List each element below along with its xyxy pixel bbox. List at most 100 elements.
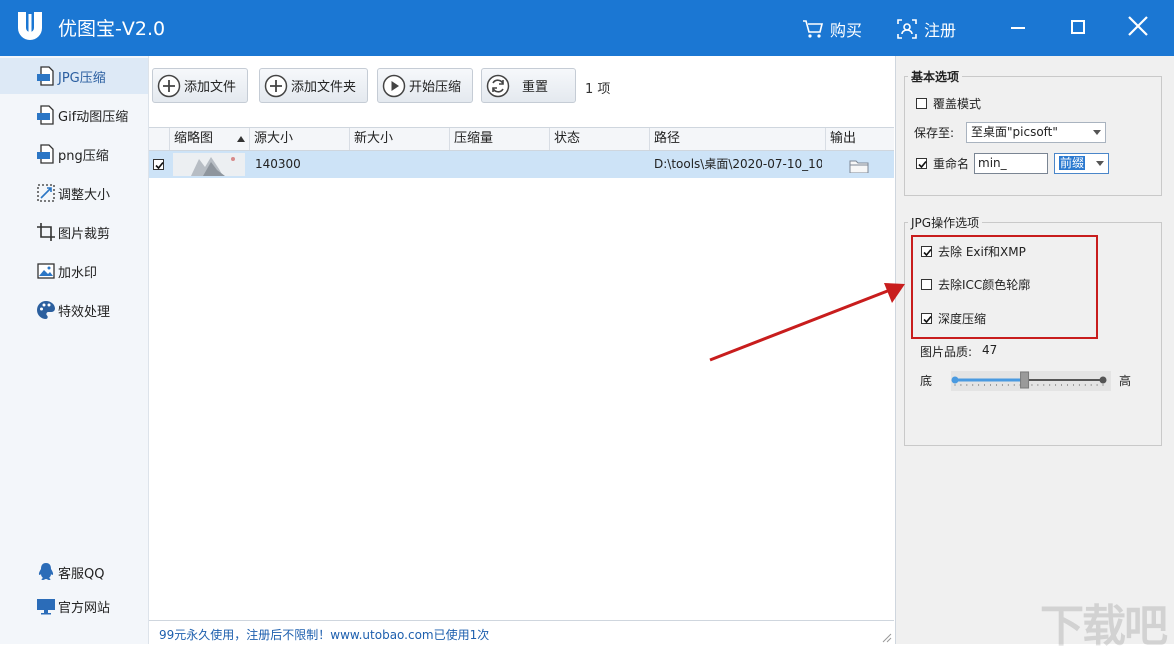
- app-logo-icon: [14, 10, 46, 44]
- qq-icon: [36, 562, 56, 582]
- jpg-file-icon: [36, 66, 56, 86]
- rename-mode-select[interactable]: 前缀: [1054, 153, 1109, 174]
- register-button[interactable]: 注册: [896, 17, 956, 41]
- start-compress-label: 开始压缩: [409, 76, 461, 95]
- buy-button[interactable]: 购买: [802, 17, 862, 41]
- quality-label: 图片品质:: [920, 343, 972, 360]
- sidebar-item-label: 图片裁剪: [58, 223, 110, 242]
- save-to-label: 保存至:: [914, 124, 954, 141]
- rename-label: 重命名: [933, 155, 969, 172]
- column-header-label: 缩略图: [174, 131, 213, 146]
- cell-status: [555, 151, 645, 178]
- table-row[interactable]: 140300 D:\tools\桌面\2020-07-10_10...: [149, 151, 894, 178]
- column-header-label: 源大小: [254, 131, 293, 146]
- gif-file-icon: [36, 105, 56, 125]
- resize-grip-icon[interactable]: [882, 633, 892, 643]
- status-text: 99元永久使用，注册后不限制！www.utobao.com已使用1次: [159, 626, 489, 643]
- sidebar-item-label: JPG压缩: [58, 67, 106, 86]
- chevron-down-icon: [1093, 130, 1101, 135]
- cell-saved: [455, 151, 545, 178]
- sidebar-item-qq-service[interactable]: 客服QQ: [0, 554, 148, 590]
- sidebar-item-label: 特效处理: [58, 301, 110, 320]
- save-to-value: 至桌面"picsoft": [971, 125, 1058, 139]
- maximize-button[interactable]: [1060, 10, 1096, 46]
- sidebar-item-official-site[interactable]: 官方网站: [0, 588, 148, 624]
- column-header-label: 状态: [554, 131, 580, 146]
- folder-icon: [849, 158, 869, 173]
- quality-value: 47: [982, 343, 997, 357]
- sidebar-item-label: 客服QQ: [58, 563, 104, 582]
- column-header-output[interactable]: 输出: [825, 128, 894, 150]
- quality-slider[interactable]: [951, 371, 1111, 391]
- cell-source-size: 140300: [255, 151, 345, 178]
- quality-low-label: 底: [920, 372, 932, 389]
- open-output-folder-button[interactable]: [849, 157, 869, 173]
- checkmark-icon: [154, 160, 165, 171]
- annotation-arrow: [700, 270, 920, 370]
- sidebar-item-effects[interactable]: 特效处理: [0, 292, 148, 328]
- column-header-thumbnail[interactable]: 缩略图: [169, 128, 249, 150]
- column-header-check[interactable]: [149, 128, 169, 150]
- chevron-down-icon: [1096, 161, 1104, 166]
- start-compress-button[interactable]: 开始压缩: [377, 68, 473, 103]
- quality-high-label: 高: [1119, 372, 1131, 389]
- resize-icon: [36, 183, 56, 203]
- item-count: 1 项: [585, 78, 610, 97]
- sidebar-item-gif-compress[interactable]: Gif动图压缩: [0, 97, 148, 133]
- plus-circle-icon: [157, 74, 181, 98]
- maximize-icon: [1060, 10, 1096, 46]
- column-header-status[interactable]: 状态: [549, 128, 649, 150]
- column-header-new-size[interactable]: 新大小: [349, 128, 449, 150]
- crop-icon: [36, 222, 56, 242]
- refresh-circle-icon: [486, 74, 510, 98]
- minimize-icon: [1000, 10, 1036, 46]
- cell-path: D:\tools\桌面\2020-07-10_10...: [654, 151, 822, 178]
- reset-label: 重置: [522, 76, 548, 95]
- table-header: 缩略图 源大小 新大小 压缩量 状态 路径 输出: [149, 128, 894, 151]
- quality-slider-graphic: [951, 371, 1111, 391]
- save-to-select[interactable]: 至桌面"picsoft": [966, 122, 1106, 143]
- sidebar-item-label: Gif动图压缩: [58, 106, 128, 125]
- sidebar-item-crop[interactable]: 图片裁剪: [0, 214, 148, 250]
- add-folder-label: 添加文件夹: [291, 76, 356, 95]
- thumbnail-image: [173, 153, 245, 176]
- sort-up-icon: [237, 136, 245, 142]
- column-header-label: 输出: [830, 131, 856, 146]
- column-header-label: 路径: [654, 131, 680, 146]
- minimize-button[interactable]: [1000, 10, 1036, 46]
- overwrite-mode-checkbox[interactable]: [916, 98, 927, 109]
- add-file-button[interactable]: 添加文件: [152, 68, 248, 103]
- cart-icon: [802, 18, 824, 40]
- overwrite-mode-label: 覆盖模式: [933, 95, 981, 112]
- checkmark-icon: [917, 159, 928, 170]
- status-bar: 99元永久使用，注册后不限制！www.utobao.com已使用1次: [149, 620, 894, 645]
- add-file-label: 添加文件: [184, 76, 236, 95]
- sidebar: JPG压缩 Gif动图压缩 png压缩 调整大小 图片裁剪 加水印 特效处理 客…: [0, 56, 149, 644]
- reset-button[interactable]: 重置: [481, 68, 576, 103]
- file-table: 缩略图 源大小 新大小 压缩量 状态 路径 输出 140300 D:\tools…: [149, 127, 894, 613]
- close-icon: [1120, 10, 1156, 46]
- image-watermark-icon: [36, 261, 56, 281]
- png-file-icon: [36, 144, 56, 164]
- basic-options-title: 基本选项: [908, 68, 962, 85]
- sidebar-item-jpg-compress[interactable]: JPG压缩: [0, 58, 148, 94]
- sidebar-item-watermark[interactable]: 加水印: [0, 253, 148, 289]
- row-checkbox[interactable]: [153, 159, 164, 170]
- sidebar-item-label: png压缩: [58, 145, 109, 164]
- buy-label: 购买: [830, 17, 862, 41]
- close-button[interactable]: [1120, 10, 1156, 46]
- column-header-saved[interactable]: 压缩量: [449, 128, 549, 150]
- sidebar-item-resize[interactable]: 调整大小: [0, 175, 148, 211]
- rename-checkbox[interactable]: [916, 158, 927, 169]
- palette-icon: [36, 300, 56, 320]
- monitor-icon: [36, 596, 56, 616]
- sidebar-item-png-compress[interactable]: png压缩: [0, 136, 148, 172]
- app-title: 优图宝-V2.0: [58, 14, 165, 41]
- column-header-source-size[interactable]: 源大小: [249, 128, 349, 150]
- play-circle-icon: [382, 74, 406, 98]
- column-header-path[interactable]: 路径: [649, 128, 825, 150]
- annotation-highlight-box: [911, 235, 1098, 339]
- add-folder-button[interactable]: 添加文件夹: [259, 68, 368, 103]
- site-watermark: 下载吧: [1040, 590, 1166, 654]
- rename-input[interactable]: min_: [974, 153, 1048, 174]
